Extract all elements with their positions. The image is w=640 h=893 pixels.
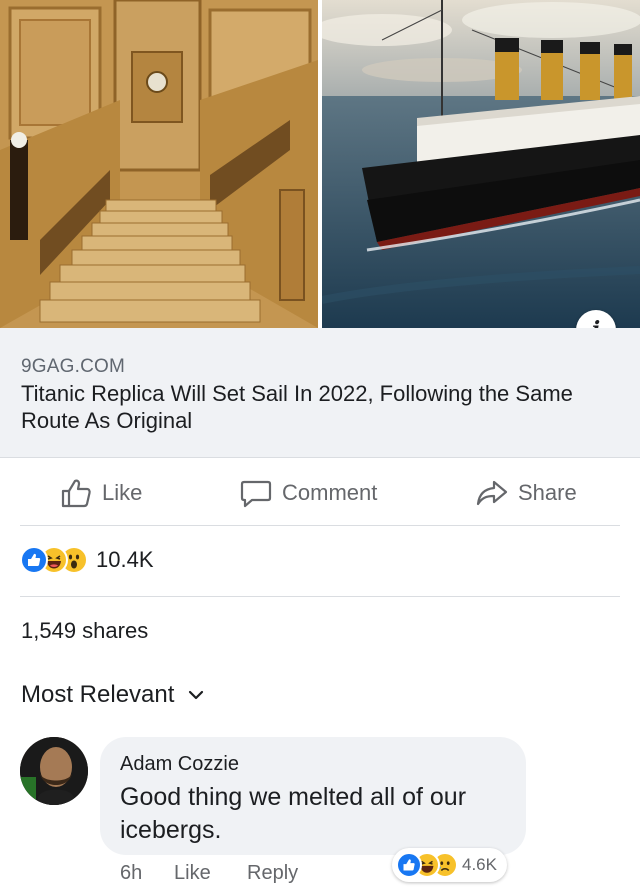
avatar[interactable] <box>20 737 88 805</box>
comment-timestamp[interactable]: 6h <box>120 862 142 885</box>
comment-text: Good thing we melted all of our icebergs… <box>120 783 467 844</box>
reactions-summary[interactable]: 10.4K <box>20 546 154 574</box>
comment-reactions[interactable]: 4.6K <box>392 848 507 882</box>
thumbs-up-icon <box>61 479 91 508</box>
divider <box>20 525 620 526</box>
comment-author[interactable]: Adam Cozzie <box>120 753 239 776</box>
link-title[interactable]: Titanic Replica Will Set Sail In 2022, F… <box>21 380 621 434</box>
share-label: Share <box>518 480 577 505</box>
staircase-illustration <box>0 0 318 328</box>
share-button[interactable]: Share <box>476 478 577 508</box>
shares-count[interactable]: 1,549 shares <box>21 618 148 644</box>
share-arrow-icon <box>476 480 508 506</box>
avatar-photo <box>20 737 88 805</box>
comment-bubble[interactable]: Adam Cozzie Good thing we melted all of … <box>100 737 526 855</box>
link-domain: 9GAG.COM <box>21 356 126 377</box>
like-reaction-icon <box>396 852 422 878</box>
chevron-down-icon <box>189 690 204 700</box>
link-preview-images[interactable] <box>0 0 640 328</box>
comment-sort-dropdown[interactable]: Most Relevant <box>21 681 204 709</box>
like-button[interactable]: Like <box>60 478 142 508</box>
comment-bubble-icon <box>240 480 272 508</box>
comment-like-button[interactable]: Like <box>174 862 211 885</box>
link-preview-caption[interactable]: 9GAG.COM Titanic Replica Will Set Sail I… <box>0 328 640 458</box>
divider <box>20 596 620 597</box>
staircase-image[interactable] <box>0 0 318 328</box>
comment-reaction-count: 4.6K <box>462 855 497 874</box>
comment-button[interactable]: Comment <box>240 478 377 508</box>
post-action-bar: Like Comment Share <box>0 458 640 526</box>
like-label: Like <box>102 480 143 505</box>
comment-reply-button[interactable]: Reply <box>247 862 298 885</box>
sort-label: Most Relevant <box>21 681 175 708</box>
comment-label: Comment <box>282 480 378 505</box>
ship-illustration <box>322 0 640 328</box>
reaction-count: 10.4K <box>96 547 154 572</box>
ship-image[interactable] <box>322 0 640 328</box>
like-reaction-icon <box>20 546 48 574</box>
